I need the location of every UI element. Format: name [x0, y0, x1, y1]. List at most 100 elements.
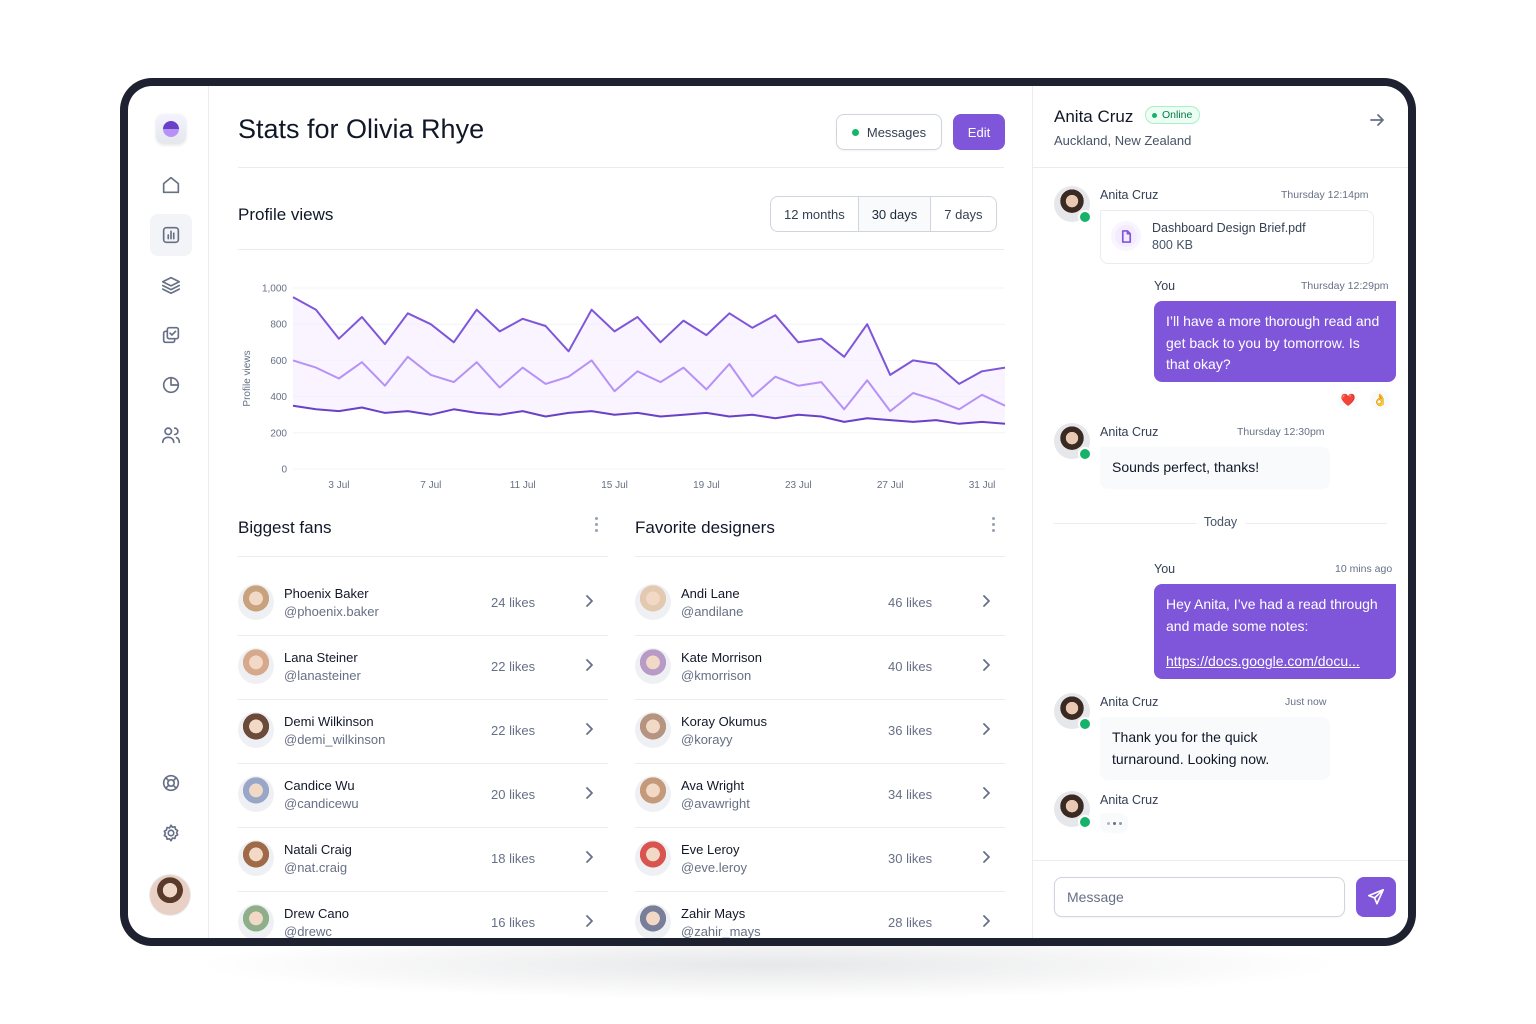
list-item[interactable]: Zahir Mays @zahir_mays 28 likes	[635, 892, 1005, 938]
message-time: Thursday 12:30pm	[1237, 426, 1325, 438]
chevron-right-icon[interactable]	[977, 656, 995, 674]
profile-views-chart: 0 200 400 600 800 1,000 Profile views 3 Jul 7 Ju…	[242, 284, 1006, 491]
user-avatar[interactable]	[149, 874, 191, 916]
users-icon	[161, 427, 181, 444]
messages-button[interactable]: Messages	[836, 114, 942, 150]
list-item[interactable]: Drew Cano @drewc 16 likes	[238, 892, 608, 938]
range-12-months[interactable]: 12 months	[771, 197, 859, 231]
likes-count: 34 likes	[888, 787, 933, 802]
person-name: Drew Cano	[284, 906, 350, 921]
header-divider	[238, 167, 1004, 168]
chevron-right-icon[interactable]	[580, 592, 598, 610]
nav-home[interactable]	[150, 164, 192, 206]
check-squares-icon	[162, 326, 180, 344]
list-item[interactable]: Natali Craig @nat.craig 18 likes	[238, 828, 608, 892]
app-screen: Stats for Olivia Rhye Messages Edit Prof…	[128, 86, 1408, 938]
nav-dashboard[interactable]	[150, 214, 192, 256]
y-tick-label: 200	[270, 428, 287, 439]
avatar	[238, 904, 274, 938]
x-tick-label: 11 Jul	[510, 480, 536, 491]
person-handle: @phoenix.baker	[284, 604, 379, 619]
main-content: Stats for Olivia Rhye Messages Edit Prof…	[209, 86, 1033, 938]
message-link[interactable]: https://docs.google.com/docu...	[1166, 651, 1384, 673]
message-time: Thursday 12:29pm	[1301, 280, 1389, 292]
messages-button-label: Messages	[866, 124, 927, 140]
arrow-right-icon	[1370, 114, 1384, 126]
x-tick-label: 15 Jul	[601, 480, 628, 491]
list-item[interactable]: Ava Wright @avawright 34 likes	[635, 764, 1005, 828]
more-options-icon[interactable]	[590, 514, 602, 534]
chevron-right-icon[interactable]	[977, 848, 995, 866]
chevron-right-icon[interactable]	[977, 720, 995, 738]
heart-reaction-icon[interactable]: ❤️	[1338, 390, 1358, 410]
message-bubble: I’ll have a more thorough read and get b…	[1154, 301, 1396, 382]
biggest-fans-title: Biggest fans	[238, 518, 332, 537]
likes-count: 18 likes	[491, 851, 536, 866]
y-tick-label: 600	[270, 356, 287, 367]
chevron-right-icon[interactable]	[580, 912, 598, 930]
more-options-icon[interactable]	[987, 514, 999, 534]
person-name: Natali Craig	[284, 842, 352, 857]
list-item[interactable]: Phoenix Baker @phoenix.baker 24 likes	[238, 572, 608, 636]
person-name: Demi Wilkinson	[284, 714, 374, 729]
list-item[interactable]: Lana Steiner @lanasteiner 22 likes	[238, 636, 608, 700]
logo-icon[interactable]	[156, 114, 186, 144]
likes-count: 46 likes	[888, 595, 933, 610]
file-name: Dashboard Design Brief.pdf	[1152, 221, 1306, 235]
range-7-days[interactable]: 7 days	[931, 197, 995, 231]
list-item[interactable]: Candice Wu @candicewu 20 likes	[238, 764, 608, 828]
y-tick-label: 800	[270, 320, 287, 331]
person-handle: @kmorrison	[681, 668, 752, 683]
person-handle: @korayy	[681, 732, 733, 747]
chat-composer	[1033, 860, 1408, 938]
send-button[interactable]	[1356, 877, 1396, 917]
message-input[interactable]	[1054, 877, 1345, 917]
file-icon	[1111, 221, 1141, 251]
typing-indicator	[1100, 813, 1128, 833]
y-tick-label: 400	[270, 392, 287, 403]
nav-reports[interactable]	[150, 364, 192, 406]
nav-settings[interactable]	[150, 812, 192, 854]
avatar	[635, 904, 671, 938]
likes-count: 40 likes	[888, 659, 933, 674]
contact-avatar	[1054, 186, 1092, 224]
chevron-right-icon[interactable]	[580, 784, 598, 802]
person-name: Kate Morrison	[681, 650, 762, 665]
avatar	[238, 648, 274, 684]
list-item[interactable]: Kate Morrison @kmorrison 40 likes	[635, 636, 1005, 700]
file-attachment[interactable]: Dashboard Design Brief.pdf 800 KB	[1100, 210, 1374, 264]
x-tick-label: 23 Jul	[785, 480, 812, 491]
avatar	[238, 712, 274, 748]
life-buoy-icon	[162, 774, 180, 792]
chevron-right-icon[interactable]	[580, 656, 598, 674]
chevron-right-icon[interactable]	[977, 592, 995, 610]
list-item[interactable]: Koray Okumus @korayy 36 likes	[635, 700, 1005, 764]
nav-layers[interactable]	[150, 264, 192, 306]
chevron-right-icon[interactable]	[580, 720, 598, 738]
x-tick-label: 3 Jul	[328, 480, 349, 491]
message-time: 10 mins ago	[1335, 563, 1393, 575]
list-item[interactable]: Andi Lane @andilane 46 likes	[635, 572, 1005, 636]
edit-button[interactable]: Edit	[953, 114, 1005, 150]
likes-count: 16 likes	[491, 915, 536, 930]
likes-count: 28 likes	[888, 915, 933, 930]
list-item[interactable]: Demi Wilkinson @demi_wilkinson 22 likes	[238, 700, 608, 764]
sidebar	[128, 86, 209, 938]
person-name: Koray Okumus	[681, 714, 767, 729]
nav-tasks[interactable]	[150, 314, 192, 356]
biggest-fans-list: Phoenix Baker @phoenix.baker 24 likes Lana …	[238, 572, 608, 938]
x-tick-label: 7 Jul	[420, 480, 441, 491]
chevron-right-icon[interactable]	[977, 784, 995, 802]
list-item[interactable]: Eve Leroy @eve.leroy 30 likes	[635, 828, 1005, 892]
person-handle: @andilane	[681, 604, 744, 619]
nav-support[interactable]	[150, 762, 192, 804]
message-text: Hey Anita, I’ve had a read through and m…	[1166, 596, 1378, 634]
nav-users[interactable]	[150, 414, 192, 456]
close-chat-button[interactable]	[1367, 110, 1387, 130]
range-30-days[interactable]: 30 days	[858, 197, 932, 231]
pie-chart-icon	[162, 376, 180, 394]
chevron-right-icon[interactable]	[977, 912, 995, 930]
person-name: Phoenix Baker	[284, 586, 369, 601]
chevron-right-icon[interactable]	[580, 848, 598, 866]
ok-hand-reaction-icon[interactable]: 👌	[1370, 390, 1390, 410]
